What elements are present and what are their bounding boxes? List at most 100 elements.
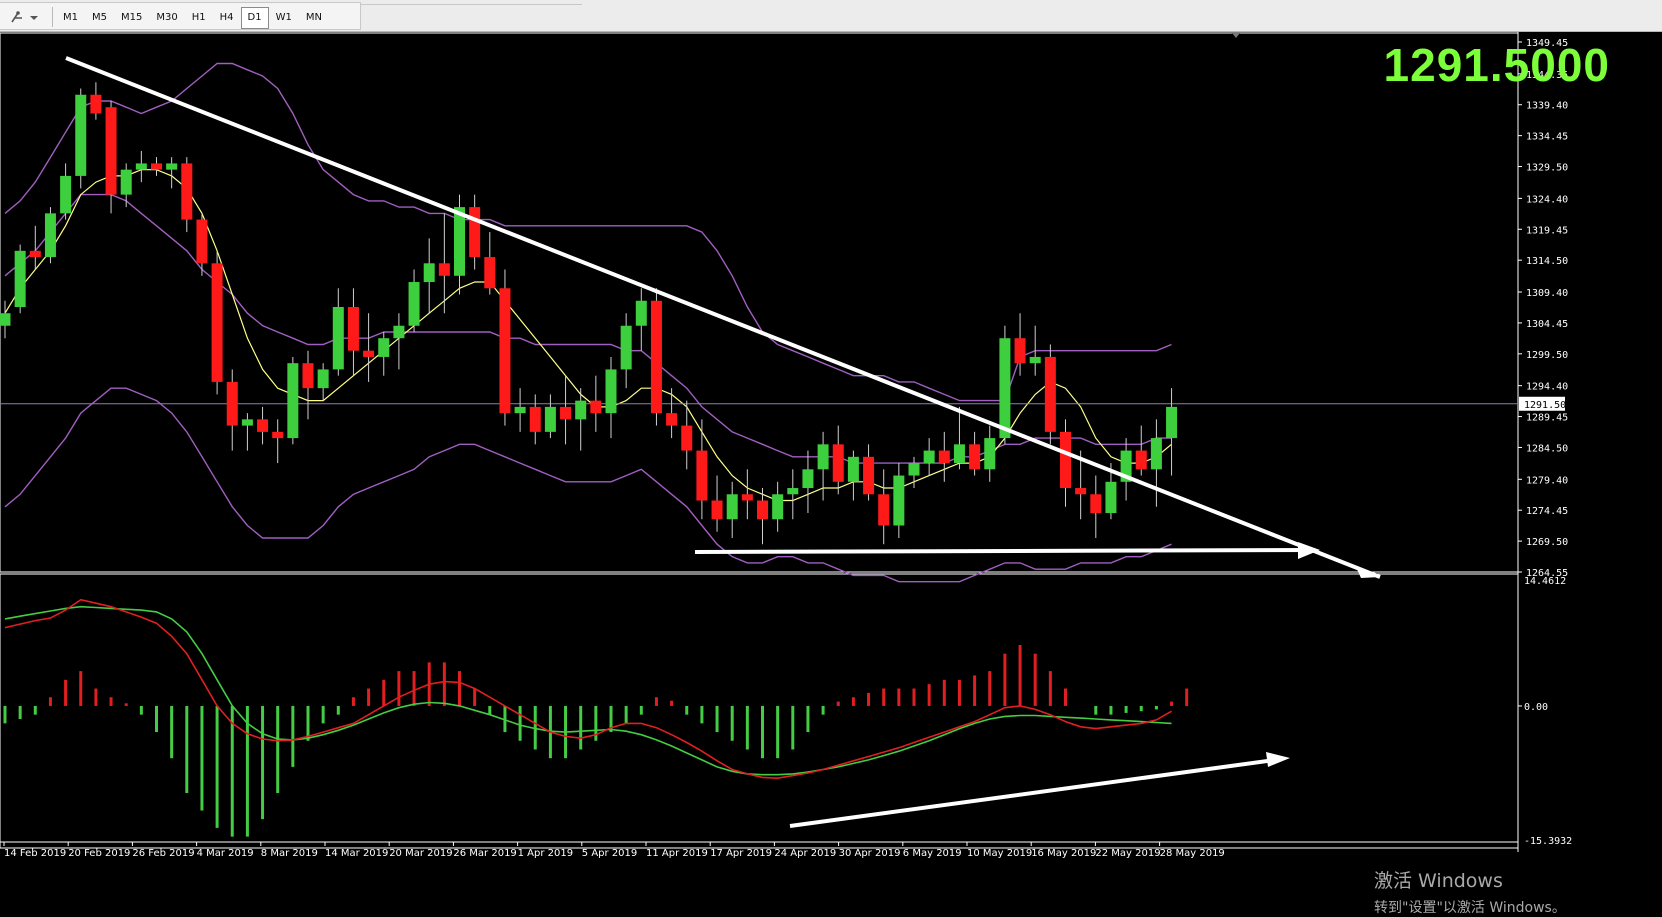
candle-body — [166, 163, 178, 170]
timeframe-button-d1[interactable]: D1 — [240, 7, 269, 29]
candle-body — [817, 444, 829, 470]
date-tick-label: 22 May 2019 — [1095, 848, 1160, 859]
macd-axis-label: 0.00 — [1524, 702, 1548, 713]
candle-body — [878, 494, 890, 526]
timeframe-button-m1[interactable]: M1 — [56, 7, 85, 29]
chart-area[interactable]: 1349.451344.351339.401334.451329.501324.… — [0, 32, 1662, 914]
current-price-tag-label: 1291.50 — [1524, 400, 1566, 411]
candle-body — [181, 163, 193, 220]
candle-body — [666, 413, 678, 426]
candle-body — [711, 500, 723, 520]
candle-body — [893, 475, 905, 526]
date-tick-label: 4 Mar 2019 — [197, 848, 254, 859]
price-tick-label: 1279.40 — [1526, 475, 1568, 486]
candle-body — [120, 169, 132, 195]
price-tick-label: 1334.45 — [1526, 132, 1568, 143]
candle-body — [241, 419, 253, 426]
chart-toolbar: M1 M5 M15 M30 H1 H4 D1 W1 MN — [0, 0, 1662, 32]
candle-body — [514, 406, 526, 414]
candle-body — [499, 288, 511, 414]
candle-body — [1060, 431, 1071, 489]
candle-body — [802, 469, 814, 489]
price-tick-label: 1294.40 — [1526, 382, 1568, 393]
timeframe-button-m5[interactable]: M5 — [85, 7, 114, 29]
date-tick-label: 1 Apr 2019 — [518, 848, 573, 859]
timeframe-button-mn[interactable]: MN — [299, 7, 329, 29]
candle-body — [378, 338, 390, 357]
candle-body — [469, 207, 481, 258]
candle-body — [1029, 356, 1041, 364]
candle-body — [1135, 450, 1147, 470]
timeframe-list: M1 M5 M15 M30 H1 H4 D1 W1 MN — [56, 7, 329, 29]
timeframe-button-h4[interactable]: H4 — [213, 7, 241, 29]
candle-body — [332, 307, 344, 370]
candle-body — [908, 463, 920, 476]
candle-body — [650, 300, 662, 414]
candle-body — [105, 107, 117, 195]
date-tick-label: 8 Mar 2019 — [261, 848, 318, 859]
candle-body — [287, 363, 299, 439]
date-tick-label: 14 Mar 2019 — [325, 848, 388, 859]
price-tick-label: 1284.50 — [1526, 443, 1568, 454]
current-price-display: 1291.5000 — [1383, 39, 1610, 91]
support-line — [694, 548, 1316, 554]
date-tick-label: 10 May 2019 — [967, 848, 1032, 859]
candle-body — [272, 431, 284, 439]
candle-body — [741, 494, 753, 501]
candle-body — [90, 94, 102, 114]
line-tool-icon[interactable] — [6, 7, 48, 27]
timeframe-button-m30[interactable]: M30 — [149, 7, 184, 29]
candle-body — [847, 456, 859, 482]
candle-body — [544, 406, 556, 432]
candle-body — [363, 350, 375, 357]
macd-divergence-arrowhead — [1266, 752, 1290, 767]
timeframe-button-h1[interactable]: H1 — [185, 7, 213, 29]
price-tick-label: 1299.50 — [1526, 350, 1568, 361]
date-tick-label: 26 Mar 2019 — [453, 848, 516, 859]
watermark-line-2: 转到"设置"以激活 Windows。 — [1374, 900, 1566, 916]
price-tick-label: 1304.45 — [1526, 319, 1568, 330]
candle-body — [226, 381, 238, 426]
candle-body — [151, 163, 162, 170]
candle-body — [1105, 481, 1117, 514]
candle-body — [60, 175, 72, 214]
candle-body — [923, 450, 935, 464]
candle-body — [1090, 494, 1102, 514]
candle-body — [757, 500, 768, 520]
price-tick-label: 1309.40 — [1526, 288, 1568, 299]
chart-shift-marker — [1232, 33, 1240, 38]
price-tick-label: 1329.50 — [1526, 163, 1568, 174]
date-tick-label: 20 Mar 2019 — [389, 848, 452, 859]
date-tick-label: 26 Feb 2019 — [132, 848, 194, 859]
candle-body — [529, 406, 541, 432]
macd-divergence-line — [789, 757, 1283, 828]
candle-body — [75, 94, 87, 176]
price-tick-label: 1319.45 — [1526, 225, 1568, 236]
candle-body — [44, 213, 56, 258]
candle-body — [999, 338, 1011, 439]
candle-body — [1150, 438, 1162, 470]
bollinger-upper-line — [4, 62, 1172, 402]
candle-body — [1075, 488, 1087, 495]
price-tick-label: 1339.40 — [1526, 101, 1568, 112]
price-tick-label: 1324.40 — [1526, 194, 1568, 205]
candle-body — [696, 450, 708, 501]
moving-average-line — [4, 169, 1172, 502]
date-tick-label: 5 Apr 2019 — [582, 848, 637, 859]
candle-body — [1044, 356, 1056, 432]
candle-body — [257, 419, 269, 432]
candle-body — [953, 444, 965, 464]
candle-body — [1166, 406, 1178, 439]
date-tick-label: 28 May 2019 — [1160, 848, 1225, 859]
candle-body — [423, 263, 435, 283]
candle-body — [317, 369, 329, 389]
timeframe-button-w1[interactable]: W1 — [269, 7, 299, 29]
date-tick-label: 24 Apr 2019 — [774, 848, 836, 859]
timeframe-toolbar: M1 M5 M15 M30 H1 H4 D1 W1 MN — [0, 2, 361, 30]
toolbar-top-strip — [360, 0, 582, 5]
timeframe-button-m15[interactable]: M15 — [114, 7, 149, 29]
macd-axis-label: 14.4612 — [1524, 576, 1566, 587]
price-panel-frame — [0, 32, 1519, 573]
price-tick-label: 1314.50 — [1526, 256, 1568, 267]
candle-body — [135, 163, 147, 170]
